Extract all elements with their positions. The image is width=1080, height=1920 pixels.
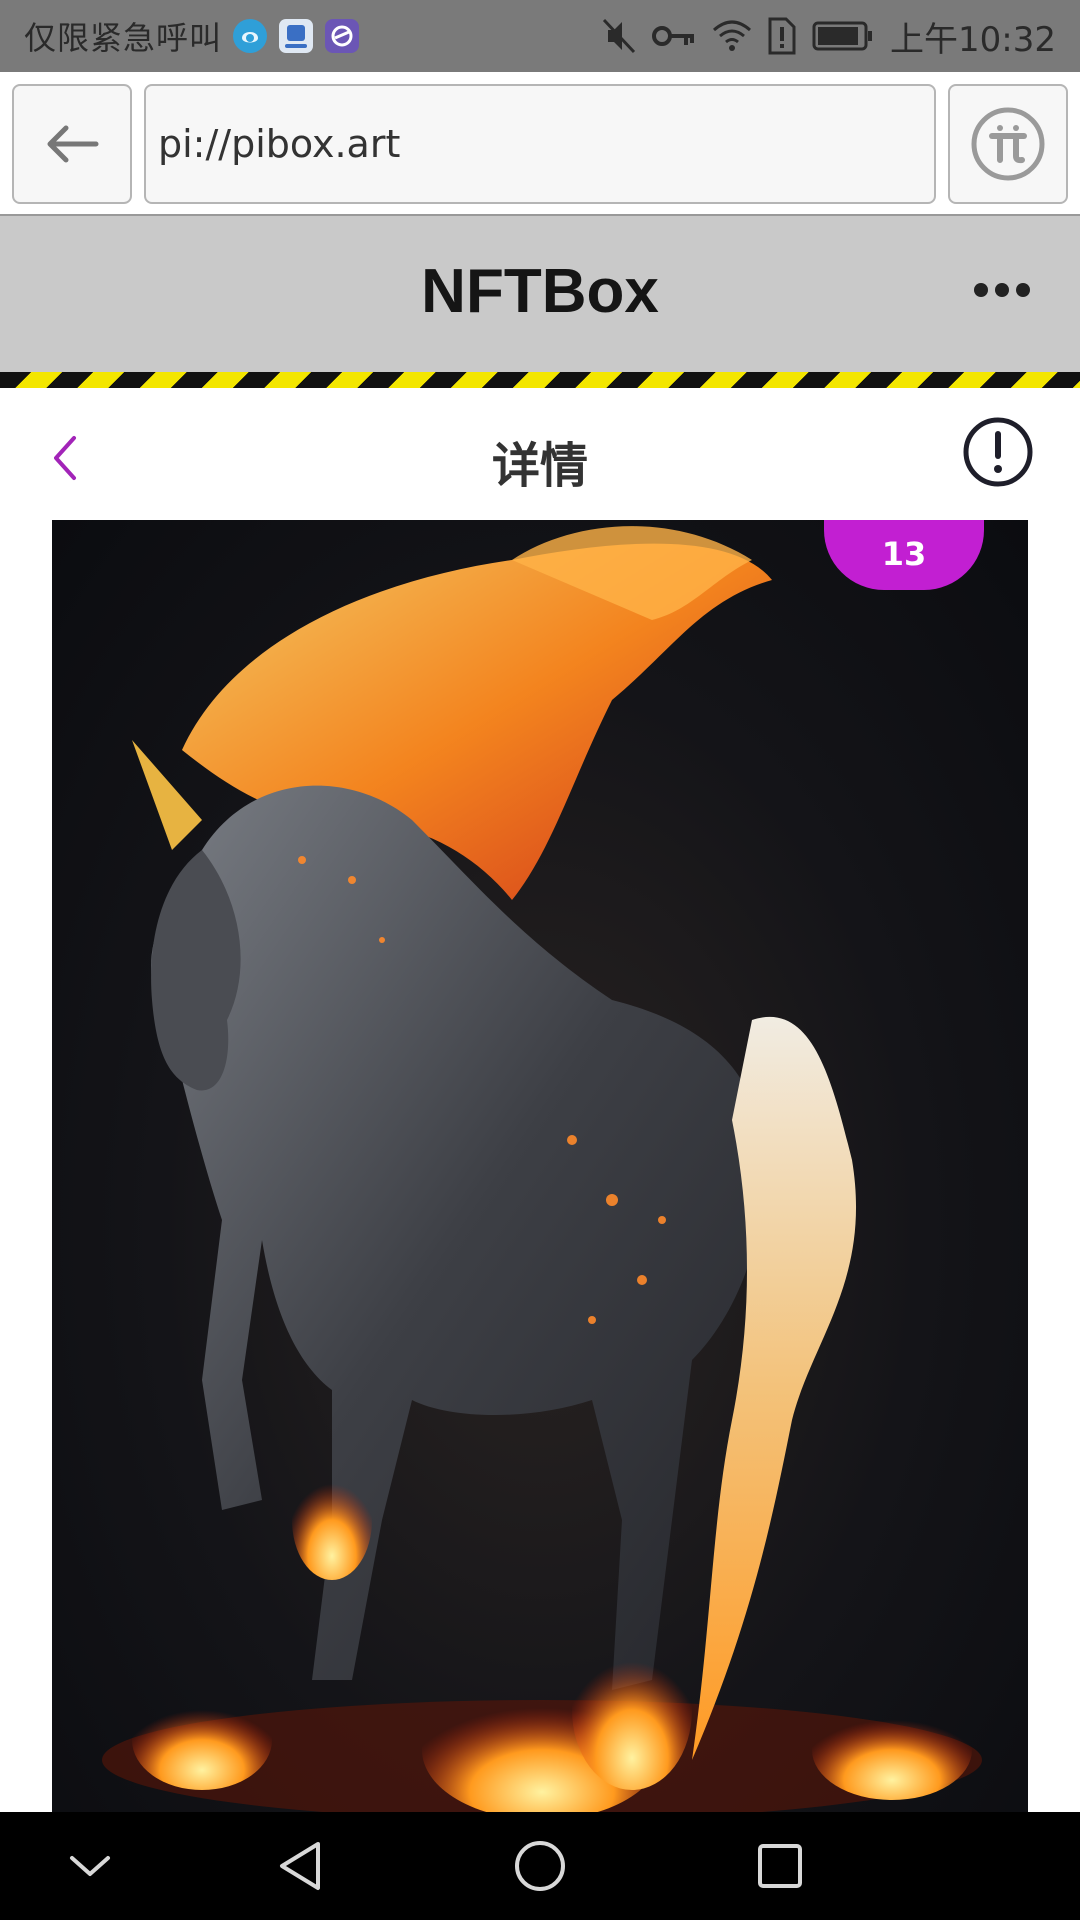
browser-back-button[interactable]: [12, 84, 132, 204]
chevron-down-icon: [70, 1856, 110, 1876]
browser-bar: pi://pibox.art: [0, 72, 1080, 216]
clock: 上午10:32: [890, 19, 1056, 60]
more-dot: [995, 283, 1009, 297]
info-exclamation-icon[interactable]: [962, 416, 1034, 488]
nft-artwork[interactable]: 13: [52, 520, 1028, 1812]
url-text: pi://pibox.art: [158, 122, 401, 166]
fire-unicorn-artwork: [102, 526, 982, 1812]
wifi-icon: [713, 20, 752, 51]
status-bar: 仅限紧急呼叫 上午10:32: [0, 0, 1080, 72]
hazard-stripe: [0, 372, 1080, 388]
battery-icon: [812, 21, 873, 51]
carrier-text: 仅限紧急呼叫: [24, 19, 223, 57]
page-nav: 详情: [0, 388, 1080, 518]
app-store-icon: [279, 19, 314, 53]
home-circle-icon: [515, 1841, 565, 1891]
status-left: 仅限紧急呼叫: [24, 0, 360, 72]
pi-browser-button[interactable]: [948, 84, 1068, 204]
back-button[interactable]: [268, 1834, 332, 1898]
home-button[interactable]: [508, 1834, 572, 1898]
url-field[interactable]: pi://pibox.art: [144, 84, 936, 204]
app-header: NFTBox: [0, 216, 1080, 372]
sim-alert-icon: [768, 17, 796, 55]
more-button[interactable]: [974, 278, 1030, 302]
back-triangle-icon: [280, 1842, 320, 1890]
app-title: NFTBox: [421, 257, 659, 326]
weibo-icon: [233, 19, 268, 53]
vpn-key-icon: [652, 26, 695, 46]
badge-count: 13: [881, 535, 927, 573]
recents-square-icon: [758, 1844, 802, 1888]
page-title: 详情: [491, 438, 588, 494]
system-nav-bar: [0, 1812, 1080, 1920]
status-right: 上午10:32: [602, 0, 1056, 72]
more-dot: [1016, 283, 1030, 297]
mute-icon: [602, 18, 636, 54]
hide-nav-button[interactable]: [58, 1834, 122, 1898]
pi-logo-icon: [971, 107, 1045, 181]
browser-icon: [325, 19, 360, 53]
more-dots-icon: [974, 283, 988, 297]
recents-button[interactable]: [748, 1834, 812, 1898]
back-arrow-icon: [47, 125, 99, 163]
